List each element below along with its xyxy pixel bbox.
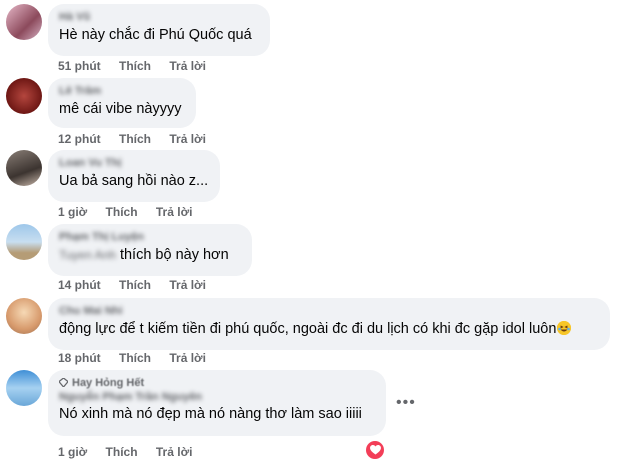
comment-author[interactable]: Lê Trâm	[59, 84, 185, 98]
mention-link[interactable]: Tuyen Anh	[59, 248, 116, 262]
like-button[interactable]: Thích	[119, 351, 151, 365]
comment-bubble: Loan Vu Thị Ua bả sang hồi nào z...	[48, 150, 220, 202]
like-button[interactable]: Thích	[106, 205, 138, 219]
comment-actions: 14 phút Thích Trả lời	[58, 278, 221, 292]
comment-actions: 12 phút Thích Trả lời	[58, 132, 221, 146]
comment-text-body: thích bộ này hơn	[119, 247, 229, 263]
comment-author[interactable]: Loan Vu Thị	[59, 156, 209, 170]
reply-button[interactable]: Trả lời	[156, 445, 193, 459]
reply-button[interactable]: Trả lời	[169, 278, 206, 292]
reply-button[interactable]: Trả lời	[156, 205, 193, 219]
like-button[interactable]: Thích	[119, 132, 151, 146]
comment-bubble: Phạm Thị Luyện Tuyen Anh thích bộ này hơ…	[48, 224, 252, 276]
comment-author[interactable]: Phạm Thị Luyện	[59, 230, 241, 244]
badge-label: Hay Hỏng Hết	[72, 377, 145, 389]
comment-time[interactable]: 18 phút	[58, 351, 101, 365]
comment-text: Hè này chắc đi Phú Quốc quá	[59, 27, 252, 43]
comment-time[interactable]: 12 phút	[58, 132, 101, 146]
comment-time[interactable]: 1 giờ	[58, 205, 87, 219]
comment-author[interactable]: Hà Vũ	[59, 10, 259, 24]
comment-text: Tuyen Anh thích bộ này hơn	[59, 246, 241, 265]
comment-time[interactable]: 14 phút	[58, 278, 101, 292]
heart-reaction-icon[interactable]	[366, 441, 384, 459]
comment-time[interactable]: 51 phút	[58, 59, 101, 73]
comment-actions: 51 phút Thích Trả lời	[58, 59, 221, 73]
comment-bubble: Chu Mai Nhi động lực để t kiếm tiền đi p…	[48, 298, 610, 350]
reply-button[interactable]: Trả lời	[169, 132, 206, 146]
more-options-icon[interactable]: •••	[396, 394, 416, 412]
laughing-emoji-icon	[557, 321, 572, 335]
comment-author[interactable]: Chu Mai Nhi	[59, 304, 599, 318]
comment-actions: 18 phút Thích Trả lời	[58, 351, 221, 365]
comment-text: Ua bả sang hồi nào z...	[59, 173, 209, 189]
top-fan-badge: Hay Hỏng Hết	[59, 376, 375, 390]
comment-bubble: Lê Trâm mê cái vibe nàyyyy	[48, 78, 196, 128]
top-fan-badge-icon	[59, 378, 68, 387]
avatar[interactable]	[6, 370, 42, 406]
comment-author[interactable]: Nguyễn Phạm Trần Nguyên	[59, 390, 375, 404]
like-button[interactable]: Thích	[119, 278, 151, 292]
comment-actions: 1 giờ Thích Trả lời	[58, 445, 207, 459]
avatar[interactable]	[6, 4, 42, 40]
comment-time[interactable]: 1 giờ	[58, 445, 87, 459]
comment-text: Nó xinh mà nó đẹp mà nó nàng thơ làm sao…	[59, 406, 362, 422]
comment-text: động lực để t kiếm tiền đi phú quốc, ngo…	[59, 320, 599, 339]
reply-button[interactable]: Trả lời	[169, 351, 206, 365]
avatar[interactable]	[6, 298, 42, 334]
avatar[interactable]	[6, 150, 42, 186]
comment-text-body: động lực để t kiếm tiền đi phú quốc, ngo…	[59, 321, 557, 337]
comment-text: mê cái vibe nàyyyy	[59, 101, 182, 117]
comment-bubble: Hay Hỏng Hết Nguyễn Phạm Trần Nguyên Nó …	[48, 370, 386, 436]
reply-button[interactable]: Trả lời	[169, 59, 206, 73]
comment-bubble: Hà Vũ Hè này chắc đi Phú Quốc quá	[48, 4, 270, 56]
like-button[interactable]: Thích	[119, 59, 151, 73]
avatar[interactable]	[6, 78, 42, 114]
like-button[interactable]: Thích	[106, 445, 138, 459]
avatar[interactable]	[6, 224, 42, 260]
comment-actions: 1 giờ Thích Trả lời	[58, 205, 207, 219]
